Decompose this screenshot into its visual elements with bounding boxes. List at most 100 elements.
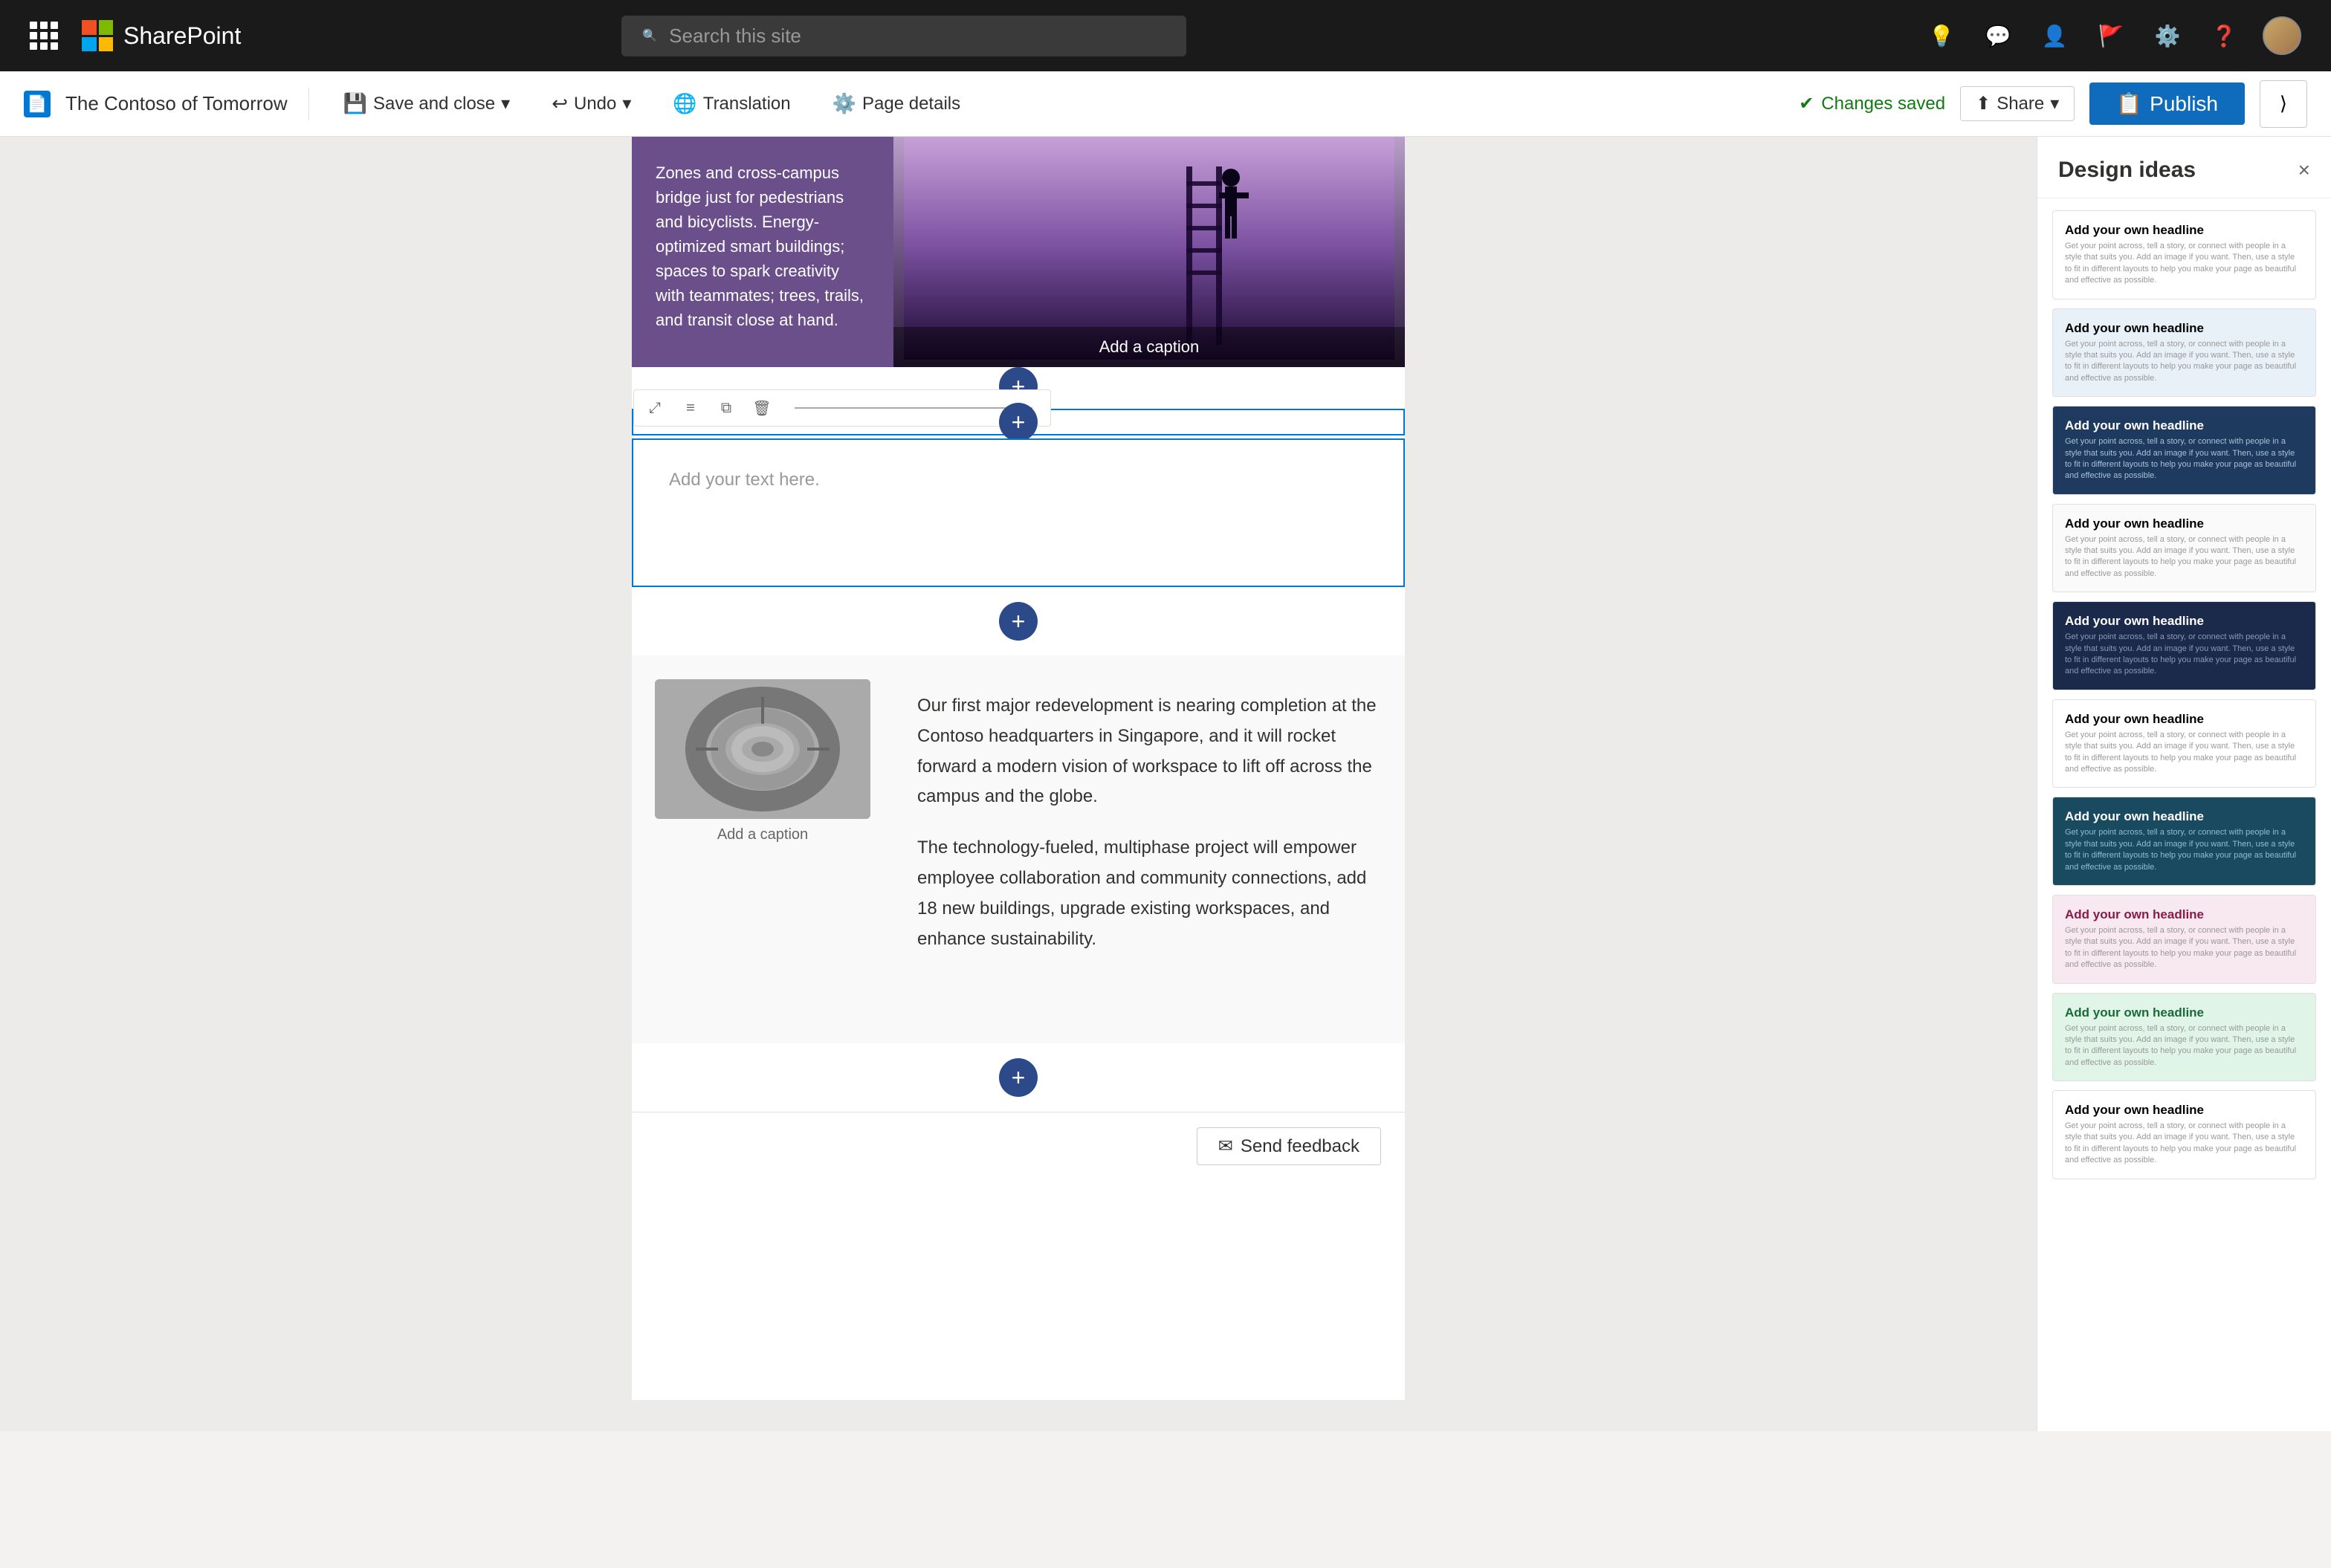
- card-body-8: Get your point across, tell a story, or …: [2065, 925, 2303, 971]
- design-card-5[interactable]: Add your own headline Get your point acr…: [2052, 601, 2316, 690]
- design-card-4[interactable]: Add your own headline Get your point acr…: [2052, 504, 2316, 593]
- design-card-1[interactable]: Add your own headline Get your point acr…: [2052, 210, 2316, 299]
- changes-saved-label: Changes saved: [1821, 94, 1945, 114]
- people-icon[interactable]: 👤: [2037, 18, 2072, 54]
- card-body-6: Get your point across, tell a story, or …: [2065, 730, 2303, 776]
- section-controls: ⤢ ≡ ⧉ 🗑: [633, 389, 1051, 427]
- help-tooltip-icon[interactable]: 💡: [1924, 18, 1959, 54]
- waffle-menu[interactable]: [30, 22, 58, 50]
- add-section-bottom: +: [632, 1043, 1405, 1112]
- design-card-2[interactable]: Add your own headline Get your point acr…: [2052, 308, 2316, 398]
- translation-label: Translation: [703, 94, 791, 114]
- comment-icon[interactable]: 💬: [1980, 18, 2016, 54]
- undo-label: Undo: [574, 94, 616, 114]
- top-navigation: SharePoint 🔍 💡 💬 👤 🚩 ⚙️ ❓: [0, 0, 2331, 71]
- add-section-button-2[interactable]: +: [999, 602, 1038, 641]
- page-type-icon: 📄: [24, 91, 51, 117]
- save-close-button[interactable]: 💾 Save and close ▾: [330, 86, 524, 121]
- intro-text: Zones and cross-campus bridge just for p…: [656, 161, 870, 332]
- spiral-image-caption[interactable]: Add a caption: [717, 826, 808, 843]
- design-cards-list: Add your own headline Get your point acr…: [2037, 198, 2331, 1431]
- publish-icon: 📋: [2116, 91, 2142, 116]
- design-card-9[interactable]: Add your own headline Get your point acr…: [2052, 993, 2316, 1082]
- add-within-section-button[interactable]: +: [999, 403, 1038, 441]
- card-body-5: Get your point across, tell a story, or …: [2065, 632, 2303, 678]
- page-details-icon: ⚙️: [832, 92, 856, 115]
- section-image-text: Zones and cross-campus bridge just for p…: [632, 137, 1405, 367]
- design-card-3[interactable]: Add your own headline Get your point acr…: [2052, 406, 2316, 495]
- publish-button[interactable]: 📋 Publish: [2089, 82, 2245, 125]
- text-column: Zones and cross-campus bridge just for p…: [632, 137, 893, 367]
- flag-icon[interactable]: 🚩: [2093, 18, 2129, 54]
- image-caption-1[interactable]: Add a caption: [893, 327, 1405, 367]
- toolbar-right: ✔ Changes saved ⬆ Share ▾ 📋 Publish ⟩: [1799, 80, 2307, 128]
- site-name: The Contoso of Tomorrow: [65, 92, 288, 115]
- changes-saved-indicator: ✔ Changes saved: [1799, 93, 1945, 114]
- card-body-4: Get your point across, tell a story, or …: [2065, 534, 2303, 580]
- microsoft-logo[interactable]: SharePoint: [82, 20, 241, 51]
- card-headline-5: Add your own headline: [2065, 614, 2303, 629]
- add-section-button-3[interactable]: +: [999, 1058, 1038, 1097]
- save-close-label: Save and close: [373, 94, 495, 114]
- save-icon: 💾: [343, 92, 367, 115]
- card-headline-2: Add your own headline: [2065, 321, 2303, 336]
- panel-close-button[interactable]: ×: [2298, 158, 2310, 182]
- section-divider: ⤢ ≡ ⧉ 🗑 +: [632, 409, 1405, 435]
- card-body-2: Get your point across, tell a story, or …: [2065, 339, 2303, 385]
- avatar[interactable]: [2263, 16, 2301, 55]
- design-card-6[interactable]: Add your own headline Get your point acr…: [2052, 699, 2316, 788]
- app-name: SharePoint: [123, 22, 241, 50]
- spiral-svg: [655, 679, 870, 819]
- undo-button[interactable]: ↩ Undo ▾: [538, 86, 644, 121]
- panel-header: Design ideas ×: [2037, 137, 2331, 198]
- share-icon: ⬆: [1976, 93, 1991, 114]
- card-headline-6: Add your own headline: [2065, 712, 2303, 727]
- check-icon: ✔: [1799, 93, 1814, 114]
- editor-toolbar: 📄 The Contoso of Tomorrow 💾 Save and clo…: [0, 71, 2331, 137]
- text-edit-section[interactable]: Add your text here.: [632, 438, 1405, 587]
- share-label: Share: [1997, 94, 2044, 114]
- send-feedback-button[interactable]: ✉ Send feedback: [1197, 1127, 1381, 1165]
- translation-icon: 🌐: [673, 92, 696, 115]
- design-card-7[interactable]: Add your own headline Get your point acr…: [2052, 797, 2316, 886]
- feedback-label: Send feedback: [1241, 1136, 1360, 1157]
- collapse-button[interactable]: ⟩: [2260, 80, 2307, 128]
- share-button[interactable]: ⬆ Share ▾: [1960, 86, 2075, 121]
- design-card-8[interactable]: Add your own headline Get your point acr…: [2052, 895, 2316, 984]
- card-headline-8: Add your own headline: [2065, 907, 2303, 922]
- paragraph-2: The technology-fueled, multiphase projec…: [917, 833, 1381, 954]
- move-section-button[interactable]: ⤢: [640, 393, 670, 423]
- undo-chevron-icon: ▾: [622, 93, 631, 114]
- text-placeholder[interactable]: Add your text here.: [669, 470, 1368, 490]
- duplicate-section-button[interactable]: ⧉: [711, 393, 741, 423]
- feedback-bar: ✉ Send feedback: [632, 1112, 1405, 1180]
- card-headline-9: Add your own headline: [2065, 1005, 2303, 1020]
- search-icon: 🔍: [642, 28, 657, 43]
- undo-icon: ↩: [552, 92, 568, 115]
- edit-section-button[interactable]: ≡: [676, 393, 705, 423]
- hero-image: [893, 137, 1405, 360]
- paragraph-1: Our first major redevelopment is nearing…: [917, 691, 1381, 812]
- page-details-button[interactable]: ⚙️ Page details: [819, 86, 974, 121]
- search-input[interactable]: [669, 25, 1166, 48]
- question-icon[interactable]: ❓: [2206, 18, 2242, 54]
- page-content: Zones and cross-campus bridge just for p…: [632, 137, 1405, 1400]
- delete-section-button[interactable]: 🗑: [747, 393, 777, 423]
- translation-button[interactable]: 🌐 Translation: [659, 86, 804, 121]
- content-text-col: Our first major redevelopment is nearing…: [893, 655, 1405, 999]
- collapse-icon: ⟩: [2280, 92, 2287, 115]
- settings-icon[interactable]: ⚙️: [2150, 18, 2185, 54]
- main-area: Zones and cross-campus bridge just for p…: [0, 137, 2331, 1431]
- save-chevron-icon: ▾: [501, 93, 510, 114]
- page-icon-symbol: 📄: [27, 94, 47, 114]
- search-bar[interactable]: 🔍: [621, 16, 1186, 56]
- design-ideas-panel: Design ideas × Add your own headline Get…: [2037, 137, 2331, 1431]
- card-body-10: Get your point across, tell a story, or …: [2065, 1121, 2303, 1167]
- page-details-label: Page details: [862, 94, 960, 114]
- card-headline-3: Add your own headline: [2065, 418, 2303, 433]
- design-card-10[interactable]: Add your own headline Get your point acr…: [2052, 1090, 2316, 1179]
- spiral-image: [655, 679, 870, 819]
- card-headline-1: Add your own headline: [2065, 223, 2303, 238]
- feedback-icon: ✉: [1218, 1135, 1233, 1157]
- publish-label: Publish: [2150, 92, 2218, 116]
